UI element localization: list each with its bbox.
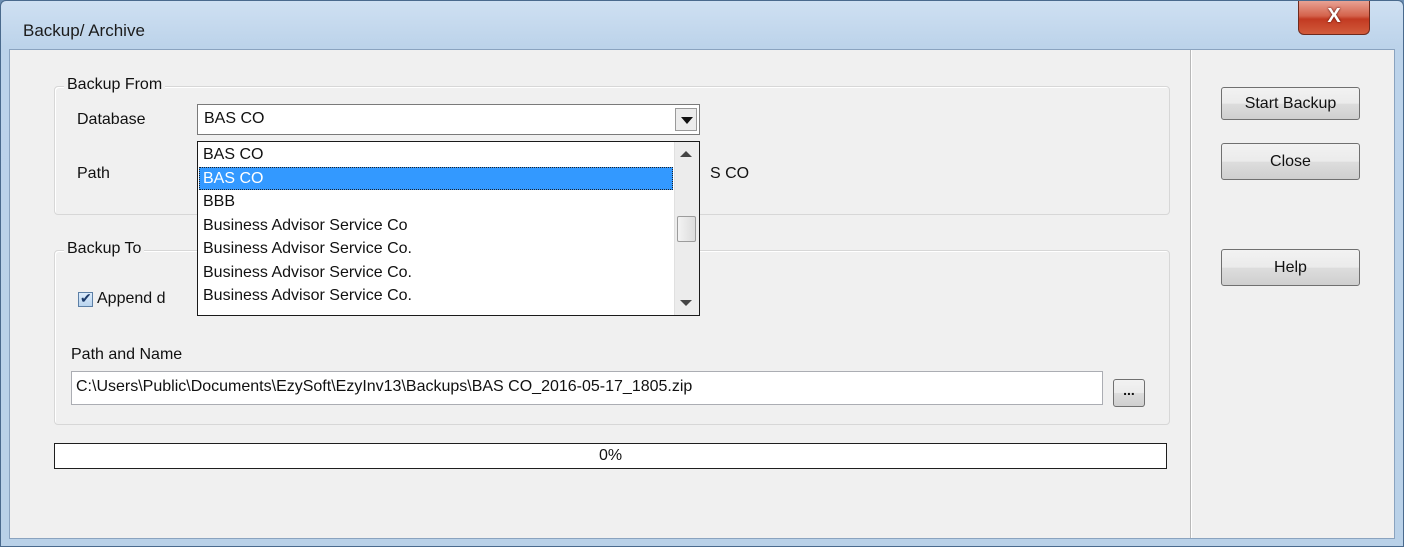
progress-label: 0%: [598, 447, 623, 464]
dropdown-option[interactable]: Business Advisor Service Co.: [199, 284, 673, 308]
path-and-name-field[interactable]: C:\Users\Public\Documents\EzySoft\EzyInv…: [71, 371, 1103, 405]
title-bar[interactable]: Backup/ Archive X: [1, 1, 1403, 49]
chevron-down-icon[interactable]: [675, 108, 697, 131]
dropdown-option[interactable]: BAS CO: [199, 166, 673, 190]
database-dropdown-list[interactable]: BAS CO BAS CO BBB Business Advisor Service …: [197, 141, 700, 316]
close-button[interactable]: Close: [1221, 143, 1360, 180]
dropdown-option[interactable]: Business Advisor Service Co: [199, 214, 673, 238]
database-selected-value: BAS CO: [204, 110, 265, 127]
dialog-client-area: Backup From Database Path S CO Backup To…: [9, 49, 1395, 539]
dropdown-options: BAS CO BAS CO BBB Business Advisor Service …: [199, 143, 673, 308]
dropdown-option[interactable]: Business Advisor Service Co.: [199, 261, 673, 285]
append-label[interactable]: Append d: [97, 290, 166, 308]
path-value: S CO: [710, 165, 750, 182]
append-checkbox[interactable]: [78, 290, 93, 307]
database-select[interactable]: BAS CO: [197, 104, 700, 135]
dropdown-option[interactable]: BAS CO: [199, 143, 673, 167]
window-title: Backup/ Archive: [23, 21, 145, 40]
browse-button[interactable]: ...: [1113, 379, 1145, 407]
path-label: Path: [77, 165, 110, 182]
scroll-down-icon[interactable]: [680, 300, 692, 306]
backup-archive-window: Backup/ Archive X Backup From Database P…: [0, 0, 1404, 547]
help-button[interactable]: Help: [1221, 249, 1360, 286]
vertical-separator: [1190, 50, 1192, 538]
path-and-name-label: Path and Name: [71, 346, 183, 363]
backup-progress-bar: 0%: [54, 443, 1167, 469]
dropdown-option[interactable]: Business Advisor Service Co.: [199, 237, 673, 261]
backup-from-label: Backup From: [64, 76, 166, 94]
database-label: Database: [77, 111, 146, 128]
path-and-name-value: C:\Users\Public\Documents\EzySoft\EzyInv…: [76, 378, 693, 395]
start-backup-button[interactable]: Start Backup: [1221, 87, 1360, 120]
backup-to-label: Backup To: [64, 240, 145, 258]
window-close-icon[interactable]: X: [1298, 1, 1370, 35]
dropdown-scrollbar[interactable]: [674, 142, 699, 315]
scroll-thumb[interactable]: [677, 216, 696, 242]
dropdown-option[interactable]: BBB: [199, 190, 673, 214]
scroll-up-icon[interactable]: [680, 151, 692, 157]
